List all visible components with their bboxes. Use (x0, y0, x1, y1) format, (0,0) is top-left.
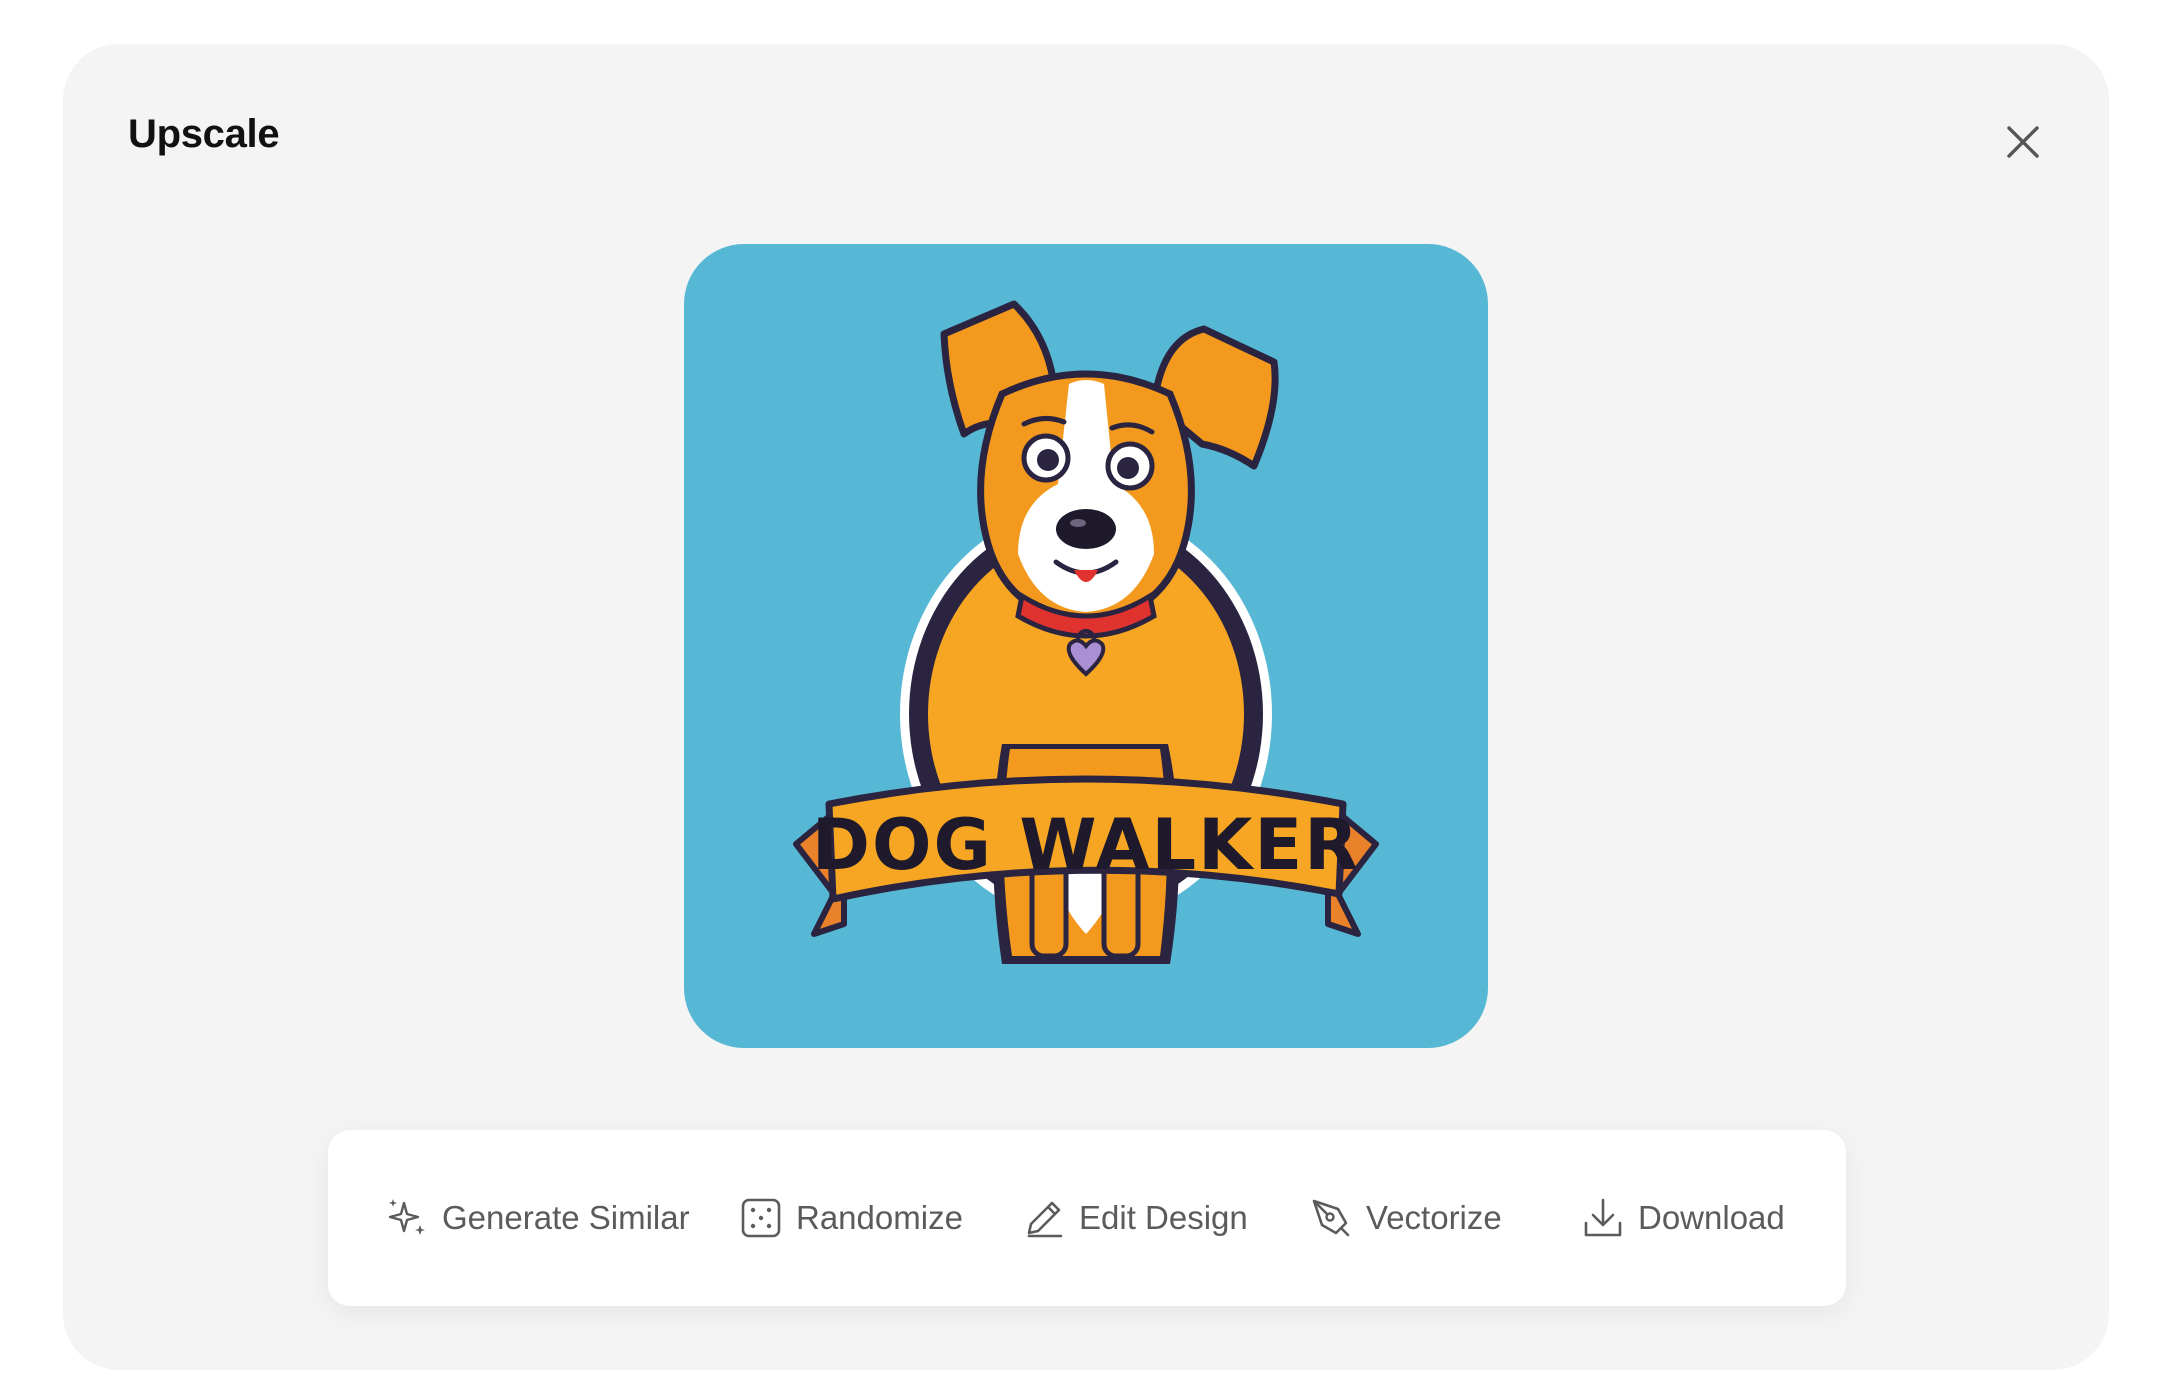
vectorize-button[interactable]: Vectorize (1308, 1130, 1502, 1306)
download-icon (1580, 1195, 1626, 1241)
download-button[interactable]: Download (1580, 1130, 1785, 1306)
pencil-icon (1021, 1195, 1067, 1241)
edit-design-button[interactable]: Edit Design (1021, 1130, 1248, 1306)
action-toolbar: Generate Similar Randomize Edit Design V… (328, 1130, 1846, 1306)
pen-tool-icon (1308, 1195, 1354, 1241)
generate-similar-label: Generate Similar (442, 1199, 690, 1236)
vectorize-label: Vectorize (1366, 1199, 1502, 1236)
dice-icon (738, 1195, 784, 1241)
dialog-title: Upscale (128, 112, 280, 156)
edit-design-label: Edit Design (1079, 1199, 1248, 1236)
randomize-label: Randomize (796, 1199, 963, 1236)
logo-text: DOG WALKER (812, 804, 1360, 886)
randomize-button[interactable]: Randomize (738, 1130, 963, 1306)
dog-walker-logo-image: DOG WALKER (793, 300, 1379, 964)
generate-similar-button[interactable]: Generate Similar (384, 1130, 690, 1306)
close-button[interactable] (1991, 112, 2055, 176)
sparkles-icon (384, 1195, 430, 1241)
upscale-dialog: Upscale DOG WALKER Generate Similar Rand… (63, 44, 2109, 1370)
upscaled-image-preview: DOG WALKER (684, 244, 1488, 1048)
download-label: Download (1638, 1199, 1785, 1236)
close-icon (2006, 125, 2040, 164)
